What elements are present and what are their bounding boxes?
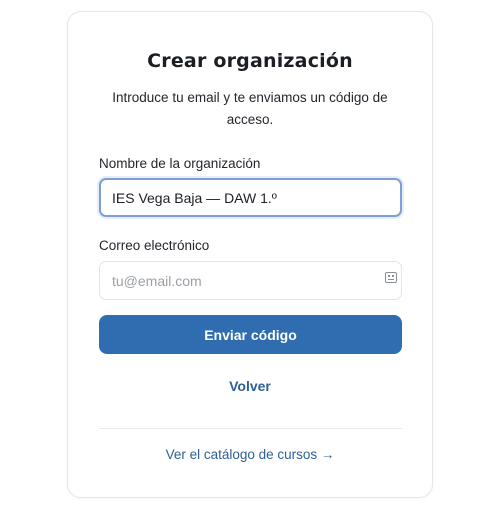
course-catalog-link[interactable]: Ver el catálogo de cursos → — [68, 447, 432, 462]
create-organization-card: Crear organización Introduce tu email y … — [67, 11, 433, 498]
divider — [99, 428, 402, 429]
send-code-button[interactable]: Enviar código — [99, 315, 402, 354]
organization-name-label: Nombre de la organización — [99, 156, 261, 171]
organization-name-input[interactable] — [99, 178, 402, 217]
email-input[interactable] — [99, 261, 402, 300]
keyboard-icon[interactable] — [385, 272, 397, 283]
email-label: Correo electrónico — [99, 238, 210, 253]
subtitle-text: Introduce tu email y te enviamos un códi… — [112, 90, 388, 127]
page-title: Crear organización — [147, 50, 353, 72]
back-link[interactable]: Volver — [68, 378, 432, 394]
